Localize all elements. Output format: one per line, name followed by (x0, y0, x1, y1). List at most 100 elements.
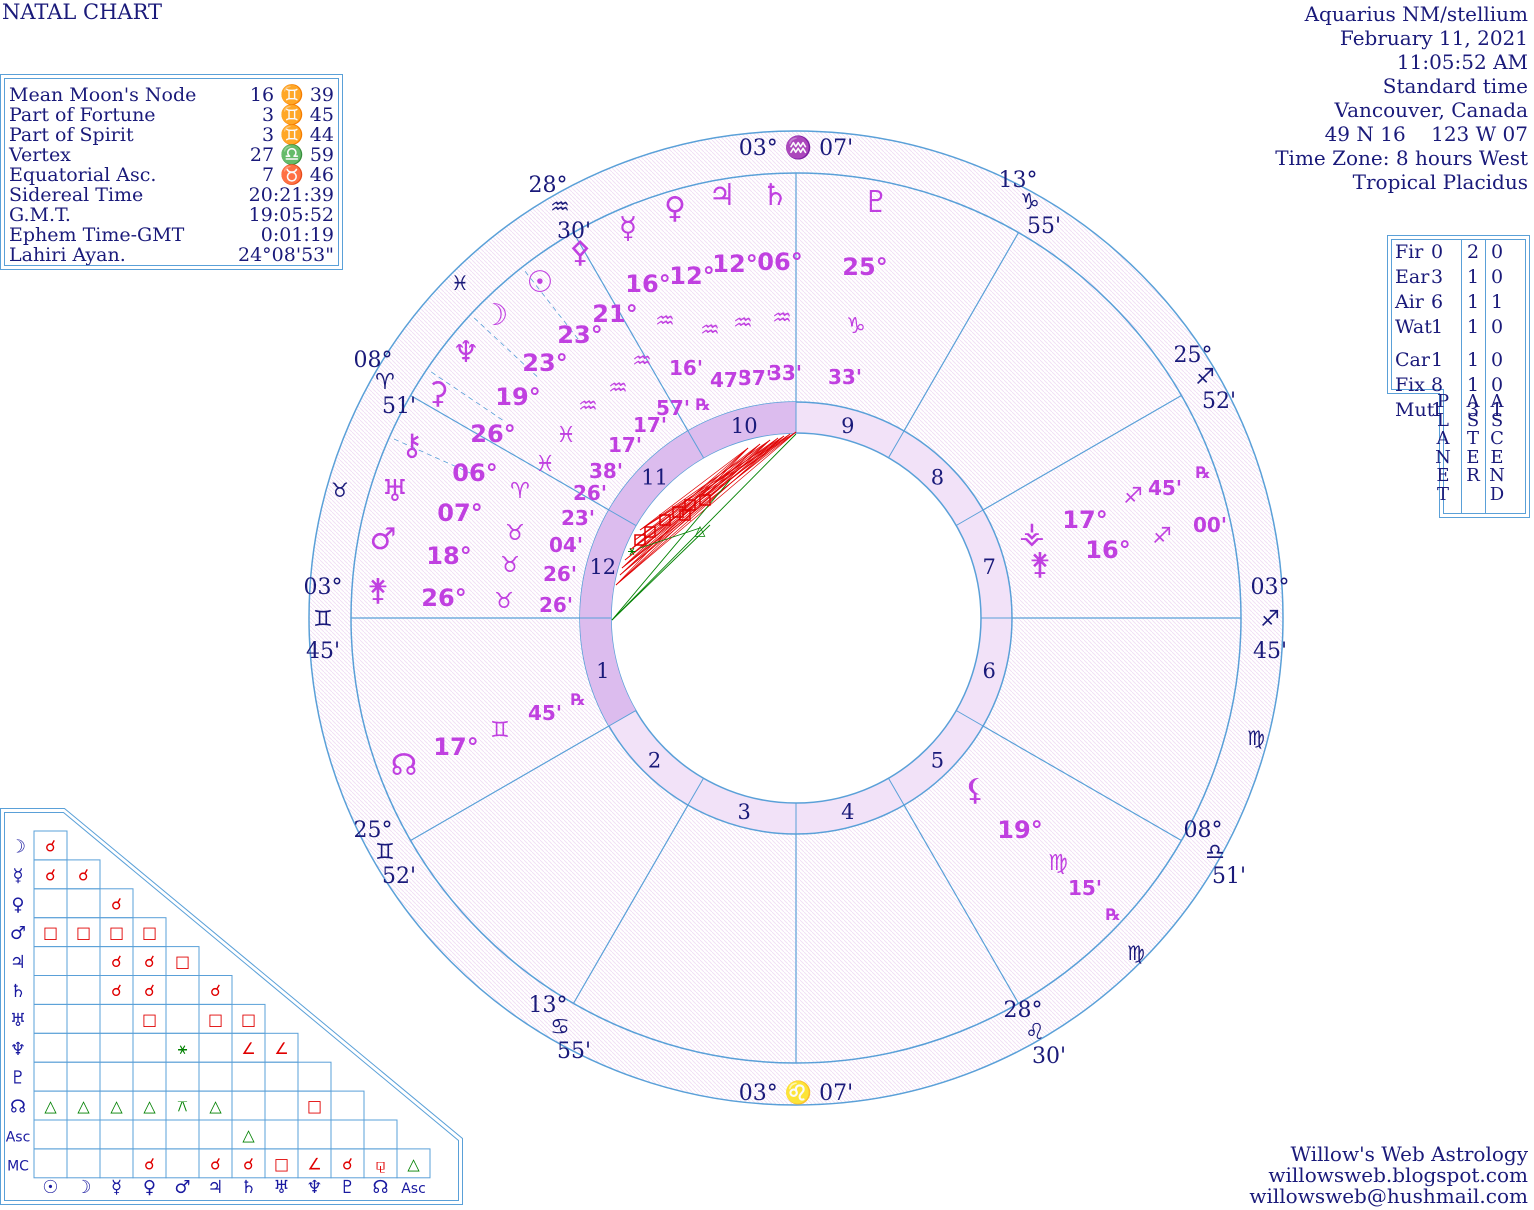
aspect-cell (198, 1032, 233, 1063)
planet-degree: 12° (712, 250, 757, 278)
aspect-row-glyph-icon: ♂ (10, 923, 26, 944)
cusp-minutes: 52' (1202, 389, 1236, 414)
cusp-minutes: 30' (1032, 1044, 1066, 1069)
aspect-row-glyph-icon: ☿ (12, 865, 23, 886)
aspect-symbol-icon: △ (143, 1097, 156, 1116)
aspect-col-glyph-icon: ♇ (339, 1177, 355, 1198)
planet-minutes: 33' (768, 361, 802, 385)
planet-glyph-icon: ⚶ (1019, 516, 1045, 551)
planet-minutes: 26' (573, 481, 607, 505)
aspect-symbol-icon: ⚼ (375, 1154, 386, 1173)
aspect-cell (99, 1119, 134, 1150)
planet-degree: 17° (1062, 506, 1107, 534)
aspect-symbol-icon: □ (43, 923, 58, 942)
aspect-cell (231, 1090, 266, 1121)
aspect-col-glyph-icon: Asc (401, 1181, 426, 1197)
aspect-symbol-icon: □ (307, 1097, 322, 1116)
aspect-row-glyph-icon: ♅ (10, 1010, 26, 1031)
planet-degree: 06° (757, 248, 802, 276)
planet-sign-icon: ♒ (655, 309, 675, 334)
aspect-cell (132, 1032, 167, 1063)
planet-sign-icon: ♐ (1152, 524, 1172, 549)
aspect-cell (66, 975, 101, 1005)
aspect-symbol-icon: □ (241, 1010, 256, 1029)
aspect-cell (363, 1119, 398, 1150)
aspect-row-glyph-icon: ♄ (10, 981, 26, 1002)
aspect-grid: ☽ ☌ ☿ ☌ ☌ ♀ ☌ ♂ □ □ □ □ ♃ ☌ ☌ □ ♄ ☌ ☌ ☌ ♅ □ □ □ ♆ ⚹ ∠ ∠ ♇ ☊ △ △ △ △ ⚻ △ □ Asc… (0, 808, 463, 1205)
house-number: 3 (738, 800, 751, 824)
aspect-cell (231, 1061, 266, 1092)
footer-email[interactable]: willowsweb@hushmail.com (1249, 1186, 1528, 1207)
cusp-sign-icon: ♎ (1205, 840, 1225, 865)
aspect-cell (330, 1090, 365, 1121)
aspect-cell (99, 1148, 134, 1179)
aspect-cell (66, 1032, 101, 1063)
aspect-symbol-icon: □ (208, 1010, 223, 1029)
aspect-cell (132, 1061, 167, 1092)
aspect-cell (33, 946, 68, 976)
aspect-cell (66, 1119, 101, 1150)
planet-sign-icon: ♒ (772, 306, 792, 331)
planet-minutes: 17' (608, 433, 642, 457)
aspect-symbol-icon: □ (109, 923, 124, 942)
aspect-cell (165, 1003, 200, 1034)
aspect-row-glyph-icon: ♆ (10, 1039, 26, 1060)
aspect-col-glyph-icon: ♆ (306, 1177, 322, 1198)
aspect-cell (132, 1119, 167, 1150)
aspect-symbol-icon: △ (110, 1097, 123, 1116)
planet-sign-icon: ♐ (1123, 484, 1143, 509)
planet-degree: 26° (470, 420, 515, 448)
planet-glyph-icon: ♄ (762, 178, 789, 213)
aspect-cell (264, 1090, 299, 1121)
aspect-symbol-icon: ☌ (144, 1154, 155, 1173)
aspect-col-glyph-icon: ☉ (42, 1177, 58, 1198)
planet-degree: 16° (625, 270, 670, 298)
planet-degree: 12° (669, 262, 714, 290)
aspect-cell (33, 975, 68, 1005)
house-number: 12 (589, 555, 616, 579)
cusp-minutes: 51' (1212, 864, 1246, 889)
house-number: 4 (841, 800, 854, 824)
aspect-cell (198, 1119, 233, 1150)
aspect-symbol-icon: △ (209, 1097, 222, 1116)
aspect-cell (165, 975, 200, 1005)
planet-glyph-icon: ♃ (709, 178, 736, 213)
planet-minutes: 23' (561, 506, 595, 530)
planet-minutes: 00' (1193, 513, 1227, 537)
aspect-col-glyph-icon: ♃ (207, 1177, 223, 1198)
aspect-row-glyph-icon: MC (7, 1158, 29, 1174)
planet-degree: 16° (1085, 536, 1130, 564)
planet-sign-icon: ♉ (500, 553, 520, 578)
planet-sign-icon: ♓ (535, 452, 555, 477)
aspect-symbol-icon: □ (274, 1154, 289, 1173)
aspect-symbol-icon: ☌ (243, 1154, 254, 1173)
planet-glyph-icon: ☉ (527, 265, 554, 300)
cusp-minutes: 45' (1253, 639, 1287, 664)
aspect-cell (264, 1119, 299, 1150)
planet-minutes: 16' (669, 356, 703, 380)
house-number: 6 (982, 659, 995, 683)
aspect-symbol-icon: ☌ (111, 894, 122, 913)
zodiac-sign-icon: ♍ (1127, 941, 1145, 965)
planet-sign-icon: ♍ (1048, 851, 1068, 876)
aspect-cell (99, 1032, 134, 1063)
aspect-cell (33, 1003, 68, 1034)
planet-sign-icon: ♒ (608, 376, 628, 401)
footer-blog-link[interactable]: willowsweb.blogspot.com (1249, 1165, 1528, 1186)
aspect-symbol-icon: ☌ (45, 836, 56, 855)
aspect-cell (165, 1119, 200, 1150)
aspect-symbol-icon: △ (407, 1154, 420, 1173)
planet-sign-icon: ♉ (505, 521, 525, 546)
cusp-label: 03° ♒ 07' (739, 135, 853, 161)
aspect-col-glyph-icon: ☊ (373, 1177, 389, 1198)
planet-glyph-icon: ⚸ (964, 773, 986, 808)
aspect-symbol-icon: ☌ (144, 981, 155, 1000)
planet-minutes: 45' (528, 701, 562, 725)
house-number: 9 (841, 414, 854, 438)
retrograde-icon: ℞ (1196, 463, 1210, 482)
planet-glyph-icon: ♇ (863, 185, 890, 220)
planet-minutes: 15' (1068, 876, 1102, 900)
aspect-symbol-icon: □ (142, 923, 157, 942)
planet-minutes: 47' (710, 368, 744, 392)
cusp-label: 03° ♌ 07' (739, 1080, 853, 1106)
